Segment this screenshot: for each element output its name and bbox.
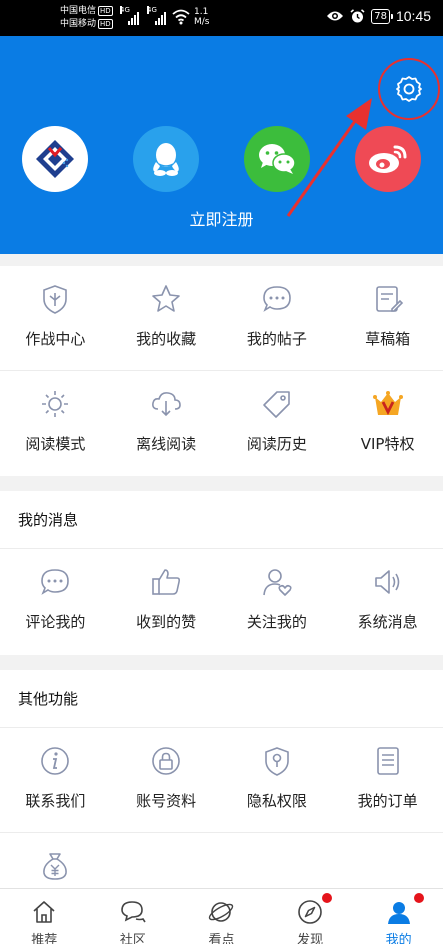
tag-icon bbox=[263, 391, 290, 418]
other-section-title: 其他功能 bbox=[0, 670, 443, 728]
messages-section-title: 我的消息 bbox=[0, 491, 443, 549]
social-login-row bbox=[0, 126, 443, 196]
wallet-item[interactable] bbox=[0, 833, 111, 892]
drafts-item[interactable]: 草稿箱 bbox=[332, 266, 443, 370]
contact-us-item[interactable]: 联系我们 bbox=[0, 728, 111, 832]
signal-icon-1: 4G bbox=[120, 6, 139, 25]
account-info-item[interactable]: 账号资料 bbox=[111, 728, 222, 832]
other-row-2 bbox=[0, 832, 443, 892]
status-bar: 中国电信 HD 中国移动 HD 4G 4G 1.1 M/s 78 10:45 bbox=[0, 0, 443, 36]
hd-badge-2: HD bbox=[98, 19, 113, 29]
platform-logo-icon bbox=[36, 140, 74, 178]
user-profile-icon bbox=[387, 902, 410, 924]
battery-indicator: 78 bbox=[371, 8, 393, 24]
weibo-login-button[interactable] bbox=[355, 126, 421, 192]
community-chat-icon bbox=[121, 901, 146, 923]
privacy-shield-icon bbox=[265, 747, 289, 776]
likes-received-item[interactable]: 收到的赞 bbox=[111, 549, 222, 653]
gear-icon bbox=[396, 76, 422, 102]
home-icon bbox=[33, 901, 55, 923]
my-posts-item[interactable]: 我的帖子 bbox=[222, 266, 333, 370]
qq-icon bbox=[153, 143, 179, 176]
nav-highlights[interactable]: 看点 bbox=[177, 889, 266, 944]
wechat-login-button[interactable] bbox=[244, 126, 310, 192]
settings-button[interactable] bbox=[378, 58, 440, 120]
system-messages-item[interactable]: 系统消息 bbox=[332, 549, 443, 653]
battle-center-item[interactable]: 作战中心 bbox=[0, 266, 111, 370]
mine-notification-dot bbox=[414, 893, 425, 903]
nav-community[interactable]: 社区 bbox=[89, 889, 178, 944]
draft-edit-icon bbox=[375, 286, 403, 312]
other-functions-panel: 其他功能 联系我们 账号资料 隐私权限 我的订单 bbox=[0, 670, 443, 890]
user-heart-icon bbox=[263, 569, 292, 596]
profile-header: 立即注册 bbox=[0, 36, 443, 254]
thumbs-up-icon bbox=[152, 569, 181, 595]
carrier-info: 中国电信 HD 中国移动 HD bbox=[60, 5, 113, 31]
shield-icon bbox=[43, 285, 68, 314]
clock: 10:45 bbox=[395, 8, 431, 24]
eye-icon bbox=[327, 11, 344, 21]
nav-recommend[interactable]: 推荐 bbox=[0, 889, 89, 944]
bottom-nav: 推荐 社区 看点 发现 我的 bbox=[0, 888, 443, 944]
weibo-icon bbox=[369, 145, 407, 173]
money-bag-icon bbox=[43, 853, 68, 880]
qq-login-button[interactable] bbox=[133, 126, 199, 192]
carrier-2: 中国移动 bbox=[60, 19, 97, 29]
hd-badge-1: HD bbox=[98, 6, 113, 16]
tools-row-2: 阅读模式 离线阅读 阅读历史 VIP特权 bbox=[0, 370, 443, 474]
wifi-icon bbox=[172, 9, 190, 25]
vip-privileges-item[interactable]: VIP特权 bbox=[332, 371, 443, 474]
vip-crown-icon bbox=[372, 391, 403, 416]
reading-history-item[interactable]: 阅读历史 bbox=[222, 371, 333, 474]
carrier-1: 中国电信 bbox=[60, 6, 97, 16]
cloud-download-icon bbox=[152, 392, 181, 417]
planet-icon bbox=[209, 902, 234, 922]
my-orders-item[interactable]: 我的订单 bbox=[332, 728, 443, 832]
compass-icon bbox=[298, 900, 322, 924]
order-list-icon bbox=[376, 747, 399, 775]
platform-login-button[interactable] bbox=[22, 126, 88, 192]
comment-icon bbox=[41, 569, 70, 595]
reading-mode-item[interactable]: 阅读模式 bbox=[0, 371, 111, 474]
discover-notification-dot bbox=[321, 893, 332, 903]
messages-panel: 我的消息 评论我的 收到的赞 关注我的 系统消息 bbox=[0, 491, 443, 655]
offline-reading-item[interactable]: 离线阅读 bbox=[111, 371, 222, 474]
signal-icon-2: 4G bbox=[147, 6, 166, 25]
privacy-permissions-item[interactable]: 隐私权限 bbox=[222, 728, 333, 832]
tools-row-1: 作战中心 我的收藏 我的帖子 草稿箱 bbox=[0, 266, 443, 370]
info-icon bbox=[41, 747, 70, 775]
register-link[interactable]: 立即注册 bbox=[0, 206, 443, 230]
messages-row: 评论我的 收到的赞 关注我的 系统消息 bbox=[0, 549, 443, 653]
network-speed: 1.1 M/s bbox=[194, 7, 210, 27]
alarm-icon bbox=[350, 8, 365, 22]
nav-discover[interactable]: 发现 bbox=[266, 889, 355, 944]
wechat-icon bbox=[259, 144, 296, 174]
followers-item[interactable]: 关注我的 bbox=[222, 549, 333, 653]
other-row-1: 联系我们 账号资料 隐私权限 我的订单 bbox=[0, 728, 443, 832]
nav-mine[interactable]: 我的 bbox=[354, 889, 443, 944]
tools-panel: 作战中心 我的收藏 我的帖子 草稿箱 阅读模式 离线阅读 阅读历史 VIP特权 bbox=[0, 266, 443, 476]
star-icon bbox=[152, 285, 180, 312]
comments-on-me-item[interactable]: 评论我的 bbox=[0, 549, 111, 653]
favorites-item[interactable]: 我的收藏 bbox=[111, 266, 222, 370]
chat-bubble-icon bbox=[263, 286, 291, 312]
speaker-icon bbox=[374, 570, 399, 594]
lock-icon bbox=[152, 747, 180, 775]
sun-icon bbox=[42, 391, 69, 417]
